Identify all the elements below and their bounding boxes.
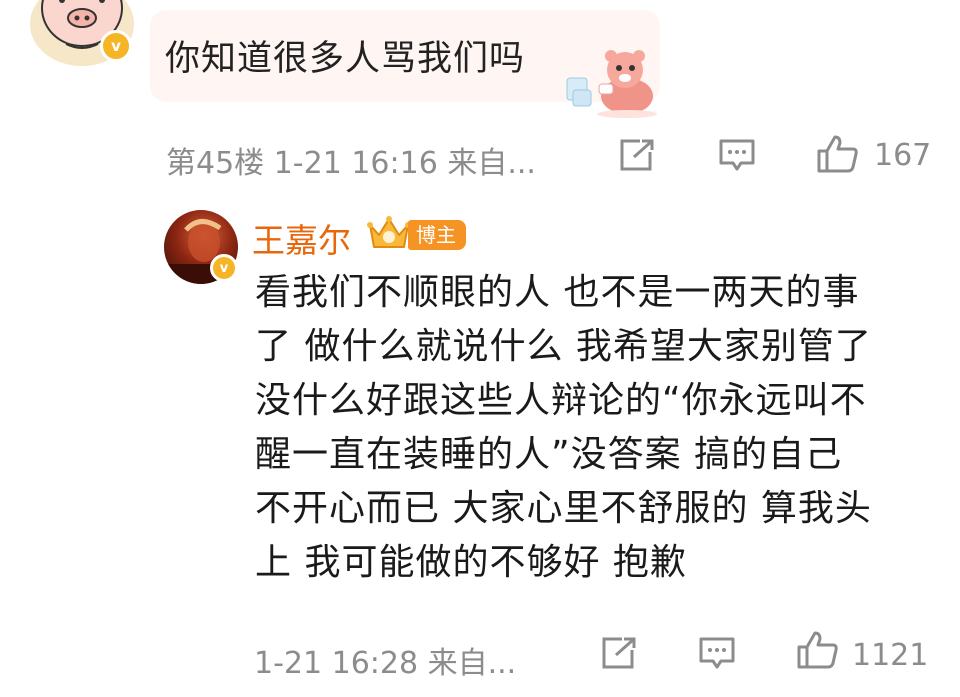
share-icon[interactable] (618, 138, 656, 172)
comment-text: 你知道很多人骂我们吗 (165, 39, 526, 79)
share-icon[interactable] (600, 636, 638, 670)
crown-icon (367, 216, 411, 248)
verified-badge-icon: v (100, 30, 132, 62)
author-name[interactable]: 王嘉尔 (252, 214, 351, 262)
reply-meta: 1-21 16:28 来自... (254, 646, 517, 681)
reply-text: 看我们不顺眼的人 也不是一两天的事 了 做什么就说什么 我希望大家别管了 没什么… (255, 266, 945, 590)
blogger-tag: 博主 (408, 220, 466, 250)
reply-line: 醒一直在装睡的人”没答案 搞的自己 (255, 434, 843, 475)
thumbs-up-icon[interactable] (816, 134, 860, 174)
thumbs-up-icon[interactable] (796, 630, 840, 670)
beaver-sticker-icon (566, 50, 657, 118)
reply-line: 没什么好跟这些人辩论的“你永远叫不 (255, 380, 867, 421)
reply-line: 不开心而已 大家心里不舒服的 算我头 (255, 488, 872, 529)
comment-icon[interactable] (698, 636, 736, 670)
comment-thread: v 你知道很多人骂我们吗 第45楼 1-21 16:16 来自... 167 v… (0, 0, 960, 697)
reply-line: 看我们不顺眼的人 也不是一两天的事 (255, 272, 860, 313)
verified-badge-icon: v (210, 254, 238, 282)
comment-icon[interactable] (718, 138, 756, 172)
comment-meta: 第45楼 1-21 16:16 来自... (166, 146, 536, 181)
like-count: 1121 (852, 638, 929, 673)
reply-line: 了 做什么就说什么 我希望大家别管了 (255, 326, 872, 367)
reply-line: 上 我可能做的不够好 抱歉 (255, 542, 687, 583)
like-count: 167 (874, 138, 932, 173)
